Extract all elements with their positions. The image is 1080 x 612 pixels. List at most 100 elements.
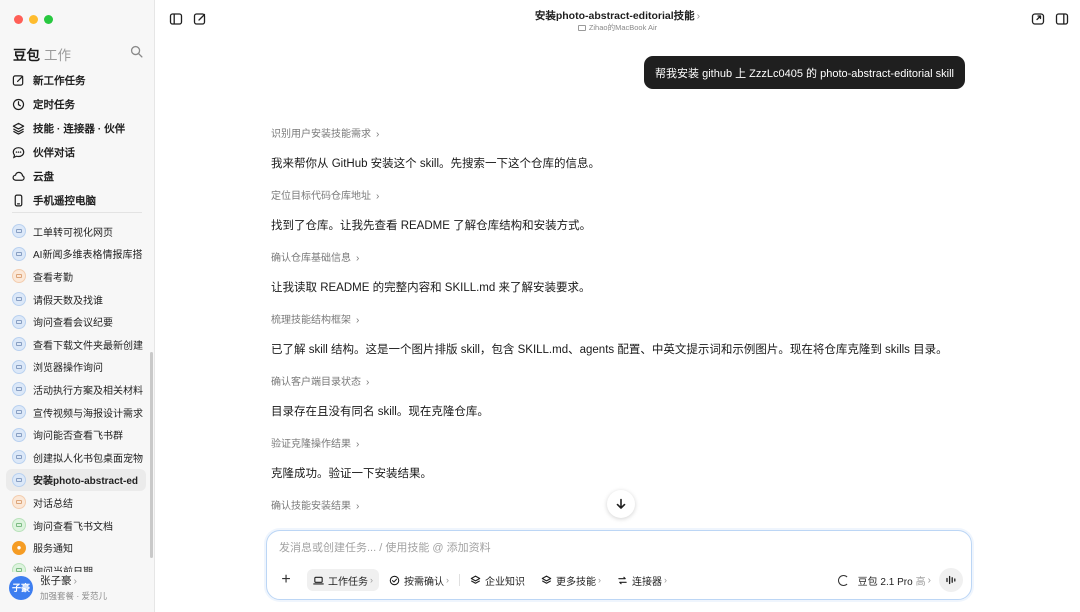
chat-bubble-icon <box>12 472 26 487</box>
chat-history-label: 请假天数及找谁 <box>33 295 103 307</box>
tool-label: 更多技能 <box>556 576 596 588</box>
chat-history-label: 工单转可视化网页 <box>33 227 113 239</box>
add-attachment-button[interactable]: + <box>275 569 297 591</box>
chevron-right-icon: › <box>356 253 360 264</box>
nav-cloud-drive[interactable]: 云盘 <box>6 164 148 188</box>
chat-history-label: 浏览器操作询问 <box>33 363 103 375</box>
chat-history-item[interactable]: 询问当前日期 <box>6 559 146 572</box>
nav-partner-chat[interactable]: 伙伴对话 <box>6 140 148 164</box>
chat-history-item[interactable]: 查看下载文件夹最新创建 <box>6 333 146 356</box>
toggle-panel-icon[interactable] <box>1055 12 1069 26</box>
step-toggle[interactable]: 确认客户端目录状态 › <box>271 374 991 392</box>
sidebar-divider <box>12 212 142 213</box>
device-name-text: Zihao的MacBook Air <box>588 23 658 32</box>
chevron-right-icon: › <box>73 575 78 587</box>
chat-bubble-icon <box>12 427 26 442</box>
sidebar-scrollbar[interactable] <box>150 352 153 558</box>
step-toggle[interactable]: 验证克隆操作结果 › <box>271 436 991 454</box>
user-message-bubble: 帮我安装 github 上 ZzzLc0405 的 photo-abstract… <box>644 56 965 89</box>
chevron-right-icon: › <box>696 10 701 22</box>
chat-history-item[interactable]: ● 服务通知 <box>6 536 146 559</box>
chat-history-label: 查看下载文件夹最新创建 <box>33 340 143 352</box>
step-toggle[interactable]: 确认仓库基础信息 › <box>271 250 991 268</box>
zoom-window-button[interactable] <box>44 15 53 24</box>
conversation-title-text: 安装photo-abstract-editorial技能 <box>534 10 695 22</box>
chat-history-item[interactable]: 询问能否查看飞书群 <box>6 423 146 446</box>
chat-history-item[interactable]: 工单转可视化网页 <box>6 220 146 243</box>
chat-bubble-icon <box>12 337 26 352</box>
nav-label: 定时任务 <box>33 98 75 111</box>
conversation-title[interactable]: 安装photo-abstract-editorial技能 › <box>155 8 1080 23</box>
search-icon[interactable] <box>130 45 143 58</box>
scroll-to-bottom-button[interactable] <box>607 490 635 518</box>
nav-remote-control[interactable]: 手机遥控电脑 <box>6 188 148 212</box>
assistant-message-text: 我来帮你从 GitHub 安装这个 skill。先搜索一下这个仓库的信息。 <box>271 158 601 170</box>
chat-bubble-icon <box>12 246 26 261</box>
chat-history-item[interactable]: 活动执行方案及相关材料 <box>6 378 146 401</box>
enterprise-knowledge-button[interactable]: 企业知识 <box>464 569 531 591</box>
chat-history-item[interactable]: 安装photo-abstract-ed <box>6 468 146 492</box>
nav-new-task[interactable]: 新工作任务 <box>6 68 148 92</box>
step-toggle[interactable]: 定位目标代码仓库地址 › <box>271 188 991 206</box>
user-plan: 加强套餐 · 爱范儿 <box>40 591 108 601</box>
minimize-window-button[interactable] <box>29 15 38 24</box>
work-task-mode-button[interactable]: 工作任务 › <box>307 569 379 591</box>
voice-input-button[interactable] <box>939 568 963 592</box>
sidebar-nav: 新工作任务 定时任务 技能 · 连接器 · 伙伴 伙伴对话 云盘 手机遥控电脑 <box>6 68 148 212</box>
close-window-button[interactable] <box>14 15 23 24</box>
assistant-step: 梳理技能结构框架 › 已了解 skill 结构。这是一个图片排版 skill，包含 … <box>271 312 991 374</box>
share-icon[interactable] <box>1031 12 1045 26</box>
chevron-right-icon: › <box>356 439 360 450</box>
chevron-right-icon: › <box>927 574 931 586</box>
layers-icon <box>541 575 552 584</box>
nav-label: 技能 · 连接器 · 伙伴 <box>33 122 126 135</box>
chat-history-item[interactable]: 对话总结 <box>6 491 146 514</box>
assistant-step: 确认仓库基础信息 › 让我读取 README 的完整内容和 SKILL.md 来了解… <box>271 250 991 312</box>
chat-history-item[interactable]: 创建拟人化书包桌面宠物 <box>6 446 146 469</box>
clock-icon <box>12 98 25 110</box>
chat-history-label: 询问能否查看飞书群 <box>33 431 123 443</box>
chevron-right-icon: › <box>370 575 373 585</box>
chat-history-label: 询问查看飞书文档 <box>33 521 113 533</box>
nav-skills-connectors[interactable]: 技能 · 连接器 · 伙伴 <box>6 116 148 140</box>
chat-history-item[interactable]: AI新闻多维表格情报库搭 <box>6 243 146 266</box>
step-label: 识别用户安装技能需求 <box>271 129 371 140</box>
more-skills-button[interactable]: 更多技能 › <box>535 569 607 591</box>
assistant-message-text: 已了解 skill 结构。这是一个图片排版 skill，包含 SKILL.md、… <box>271 344 948 356</box>
chat-history-item[interactable]: 询问查看飞书文档 <box>6 514 146 537</box>
confirm-on-demand-button[interactable]: 按需确认 › <box>383 569 455 591</box>
step-toggle[interactable]: 识别用户安装技能需求 › <box>271 126 991 144</box>
arrow-down-icon <box>616 498 626 509</box>
chat-bubble-icon <box>12 359 26 374</box>
plus-icon: + <box>281 571 291 588</box>
chat-history-item[interactable]: 询问查看会议纪要 <box>6 310 146 333</box>
device-name: Zihao的MacBook Air <box>155 22 1080 33</box>
step-toggle[interactable]: 梳理技能结构框架 › <box>271 312 991 330</box>
window-controls <box>14 15 53 24</box>
chat-icon <box>12 146 25 159</box>
chat-history-item[interactable]: 请假天数及找谁 <box>6 288 146 311</box>
connectors-button[interactable]: 连接器 › <box>611 569 673 591</box>
chat-bubble-icon <box>12 518 26 533</box>
chat-history-item[interactable]: 宣传视频与海报设计需求 <box>6 401 146 424</box>
nav-scheduled-tasks[interactable]: 定时任务 <box>6 92 148 116</box>
assistant-step: 定位目标代码仓库地址 › 找到了仓库。让我先查看 README 了解仓库结构和安装方… <box>271 188 991 250</box>
cloud-icon <box>12 171 25 181</box>
tool-label: 企业知识 <box>485 576 525 588</box>
notification-icon: ● <box>12 540 26 555</box>
step-label: 确认客户端目录状态 <box>271 377 361 388</box>
chat-history-item[interactable]: 查看考勤 <box>6 265 146 288</box>
user-name-text: 张子豪 <box>40 575 72 587</box>
model-name: 豆包 2.1 Pro <box>857 576 913 588</box>
avatar[interactable]: 子豪 <box>9 575 33 600</box>
user-profile[interactable]: 子豪 张子豪 › 加强套餐 · 爱范儿 <box>9 573 107 602</box>
step-label: 验证克隆操作结果 <box>271 439 351 450</box>
chevron-right-icon: › <box>366 377 370 388</box>
layers-icon <box>12 122 25 135</box>
chevron-right-icon: › <box>356 315 360 326</box>
model-selector[interactable]: 豆包 2.1 Pro 高 › <box>837 573 931 588</box>
assistant-message-text: 目录存在且没有同名 skill。现在克隆仓库。 <box>271 406 489 418</box>
nav-label: 新工作任务 <box>33 74 86 87</box>
message-input[interactable] <box>279 542 957 554</box>
chat-history-item[interactable]: 浏览器操作询问 <box>6 356 146 379</box>
